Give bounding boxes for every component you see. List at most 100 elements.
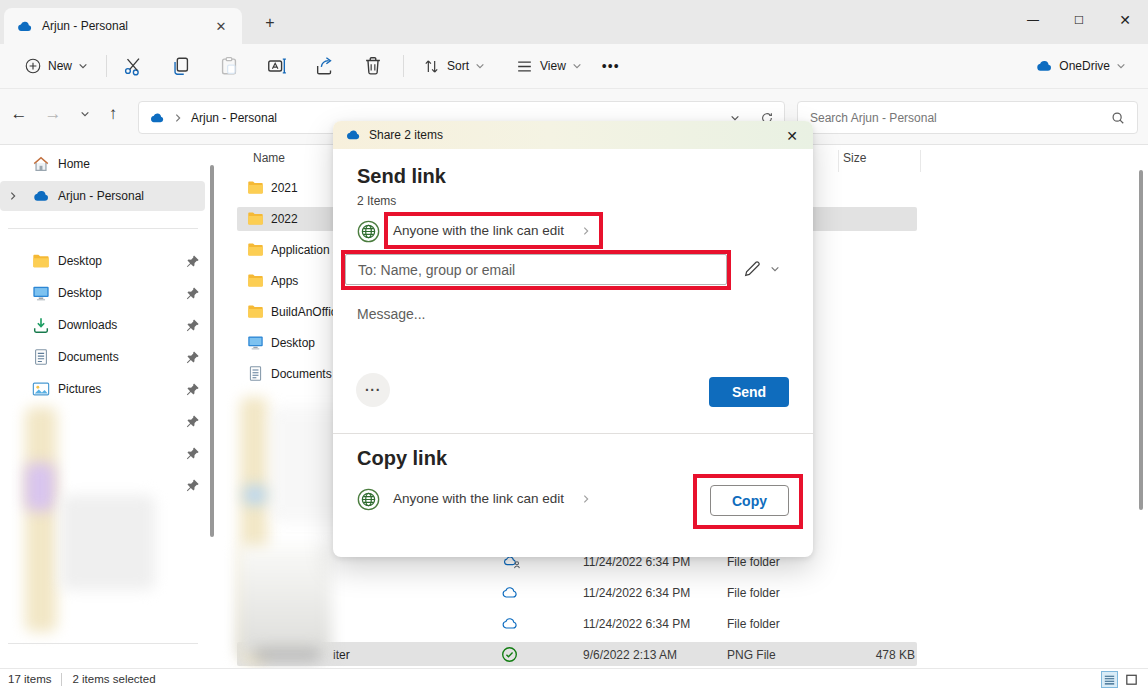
file-type: PNG File: [727, 648, 776, 662]
status-separator: [61, 673, 62, 686]
monitor-icon: [32, 284, 50, 302]
globe-icon: [357, 488, 380, 511]
column-header-size[interactable]: Size: [843, 151, 866, 165]
navigation-pane: Home Arjun - Personal Desktop Desktop Do…: [0, 145, 211, 668]
sidebar-item-label: Arjun - Personal: [58, 189, 144, 203]
chevron-right-icon[interactable]: [8, 191, 18, 201]
copy-button[interactable]: [161, 49, 201, 83]
blurred-content: [25, 407, 57, 632]
onedrive-icon: [32, 187, 50, 205]
file-name: BuildAnOffic: [271, 305, 337, 319]
new-tab-button[interactable]: +: [258, 11, 282, 35]
pin-icon: [186, 350, 200, 364]
chevron-right-icon: [173, 113, 183, 123]
view-button[interactable]: View: [509, 49, 588, 83]
message-input[interactable]: Message...: [357, 306, 425, 322]
globe-icon: [357, 220, 380, 243]
sidebar-item-label: Pictures: [58, 382, 101, 396]
sort-button[interactable]: Sort: [416, 49, 491, 83]
share-icon: [314, 55, 336, 77]
column-header-name[interactable]: Name: [253, 151, 285, 165]
rename-button[interactable]: [257, 49, 297, 83]
forward-button[interactable]: →: [38, 99, 68, 129]
sidebar-item-onedrive[interactable]: Arjun - Personal: [0, 181, 205, 211]
column-separator[interactable]: [838, 150, 839, 172]
sidebar-scrollbar[interactable]: [210, 165, 214, 537]
see-more-button[interactable]: •••: [594, 49, 628, 83]
chevron-right-icon: [581, 494, 591, 504]
pencil-icon[interactable]: [743, 260, 761, 278]
folder-icon: [247, 241, 264, 258]
details-view-button[interactable]: [1101, 671, 1118, 688]
onedrive-sync-button[interactable]: OneDrive: [1027, 49, 1134, 83]
rename-icon: [266, 55, 288, 77]
file-row[interactable]: 11/24/2022 6:34 PM File folder: [225, 608, 1148, 639]
file-list-scrollbar[interactable]: [1139, 170, 1143, 510]
new-button[interactable]: New: [16, 49, 96, 83]
file-row-selected[interactable]: iter 9/6/2022 2:13 AM PNG File 478 KB: [225, 639, 1148, 670]
send-button[interactable]: Send: [709, 377, 789, 407]
pin-icon: [186, 382, 200, 396]
file-size: 478 KB: [835, 648, 915, 662]
onedrive-label: OneDrive: [1059, 59, 1110, 73]
share-dialog: Share 2 items ✕ Send link 2 Items Anyone…: [333, 121, 813, 557]
pin-icon: [186, 446, 200, 460]
details-view-icon: [1102, 672, 1117, 687]
copy-link-heading: Copy link: [357, 447, 447, 470]
ellipsis-icon: •••: [602, 58, 620, 74]
sidebar-separator: [8, 643, 198, 644]
up-button[interactable]: ↑: [98, 99, 128, 129]
paste-button[interactable]: [209, 49, 249, 83]
chevron-down-icon[interactable]: [770, 264, 780, 274]
dialog-close-button[interactable]: ✕: [783, 127, 801, 145]
folder-icon: [247, 303, 264, 320]
file-name: 2022: [271, 212, 298, 226]
share-dialog-title: Share 2 items: [369, 128, 443, 142]
tab-title: Arjun - Personal: [42, 19, 201, 33]
sidebar-item-home[interactable]: Home: [0, 149, 205, 179]
toolbar-separator: [106, 55, 107, 77]
explorer-tab[interactable]: Arjun - Personal ✕: [4, 8, 242, 44]
pin-icon: [186, 286, 200, 300]
column-separator[interactable]: [920, 150, 921, 172]
recent-locations-button[interactable]: [70, 99, 100, 129]
sidebar-item-downloads[interactable]: Downloads: [0, 310, 205, 340]
share-button[interactable]: [305, 49, 345, 83]
search-input[interactable]: Search Arjun - Personal: [797, 101, 1138, 134]
blurred-content: [60, 495, 155, 590]
close-button[interactable]: ✕: [1102, 0, 1148, 40]
thumbnail-view-button[interactable]: [1123, 671, 1140, 688]
sidebar-item-label: Home: [58, 157, 90, 171]
tab-close-button[interactable]: ✕: [210, 15, 232, 37]
sidebar-item-label: Desktop: [58, 286, 102, 300]
toolbar-separator: [403, 55, 404, 77]
share-dialog-header: Share 2 items: [333, 121, 813, 149]
sidebar-item-pictures[interactable]: Pictures: [0, 374, 205, 404]
file-name: Apps: [271, 274, 298, 288]
copy-icon: [170, 55, 192, 77]
onedrive-icon: [149, 110, 165, 126]
copy-link-permission-button[interactable]: Anyone with the link can edit: [393, 491, 564, 506]
delete-button[interactable]: [353, 49, 393, 83]
sidebar-item-desktop-2[interactable]: Desktop: [0, 278, 205, 308]
file-type: File folder: [727, 586, 780, 600]
maximize-button[interactable]: ☐: [1056, 0, 1102, 40]
onedrive-icon: [345, 127, 361, 143]
cut-button[interactable]: [113, 49, 153, 83]
file-row[interactable]: 11/24/2022 6:34 PM File folder: [225, 577, 1148, 608]
thumbnail-view-icon: [1124, 672, 1139, 687]
sidebar-separator: [8, 228, 198, 229]
minimize-button[interactable]: —: [1010, 0, 1056, 40]
document-icon: [32, 348, 50, 366]
send-link-heading: Send link: [357, 165, 446, 188]
file-type: File folder: [727, 555, 780, 569]
breadcrumb-item[interactable]: Arjun - Personal: [191, 111, 277, 125]
sidebar-item-desktop[interactable]: Desktop: [0, 246, 205, 276]
more-options-button[interactable]: ...: [356, 373, 390, 407]
sidebar-item-documents[interactable]: Documents: [0, 342, 205, 372]
back-button[interactable]: ←: [4, 99, 34, 129]
new-label: New: [48, 59, 72, 73]
file-explorer-window: Arjun - Personal ✕ + — ☐ ✕ New Sort: [0, 0, 1148, 689]
blurred-content: [25, 463, 55, 511]
blurred-content: [243, 485, 267, 505]
